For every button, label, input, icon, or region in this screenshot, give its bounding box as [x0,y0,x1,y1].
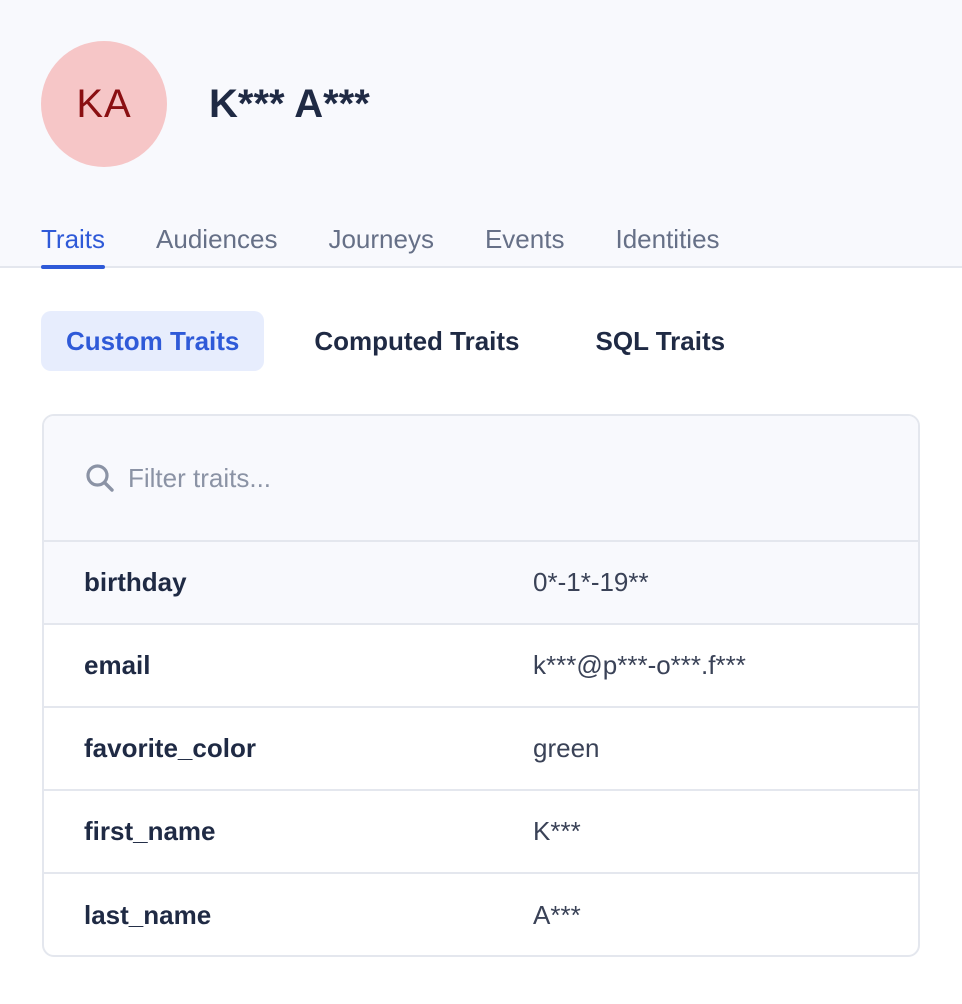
profile-tabs: Traits Audiences Journeys Events Identit… [41,220,771,269]
trait-key: birthday [84,567,187,597]
avatar: KA [41,41,167,167]
table-row[interactable]: last_name A*** [44,874,918,955]
tab-identities[interactable]: Identities [615,220,719,268]
subtab-computed-traits[interactable]: Computed Traits [288,311,545,371]
tab-journeys[interactable]: Journeys [328,220,434,268]
search-bar [44,416,918,542]
table-row[interactable]: email k***@p***-o***.f*** [44,625,918,708]
table-row[interactable]: favorite_color green [44,708,918,791]
tab-traits[interactable]: Traits [41,220,106,269]
table-row[interactable]: first_name K*** [44,791,918,874]
trait-key: last_name [84,900,212,930]
trait-value: K*** [533,816,581,846]
trait-key: email [84,650,151,680]
trait-value: green [533,733,600,763]
subtab-sql-traits[interactable]: SQL Traits [570,311,752,371]
tab-events[interactable]: Events [485,220,565,268]
avatar-initials: KA [76,81,132,126]
trait-value: 0*-1*-19** [533,567,649,597]
profile-header: KA K*** A*** Traits Audiences Journeys E… [0,0,962,269]
subtab-custom-traits[interactable]: Custom Traits [41,311,265,371]
search-input[interactable] [128,462,728,494]
tab-audiences[interactable]: Audiences [156,220,277,268]
table-row[interactable]: birthday 0*-1*-19** [44,542,918,625]
traits-panel: birthday 0*-1*-19** email k***@p***-o***… [42,414,920,957]
profile-name: K*** A*** [209,82,370,126]
search-icon [86,464,114,492]
trait-value: A*** [533,900,581,930]
trait-value: k***@p***-o***.f*** [533,650,746,680]
trait-key: favorite_color [84,733,256,763]
trait-type-tabs: Custom Traits Computed Traits SQL Traits [41,311,775,371]
trait-key: first_name [84,816,216,846]
